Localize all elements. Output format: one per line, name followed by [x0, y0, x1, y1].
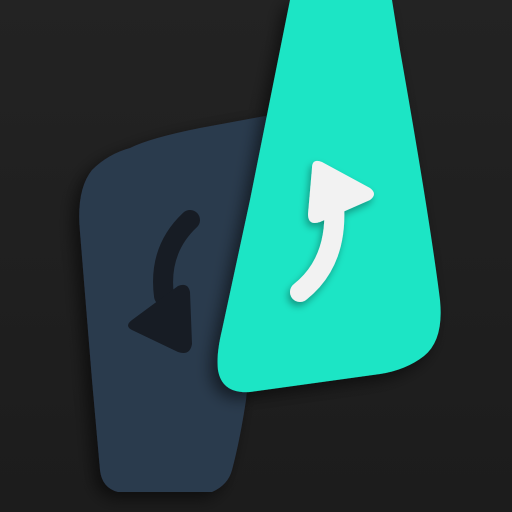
- app-icon: [0, 0, 512, 512]
- undo-redo-logo-svg: [0, 0, 512, 512]
